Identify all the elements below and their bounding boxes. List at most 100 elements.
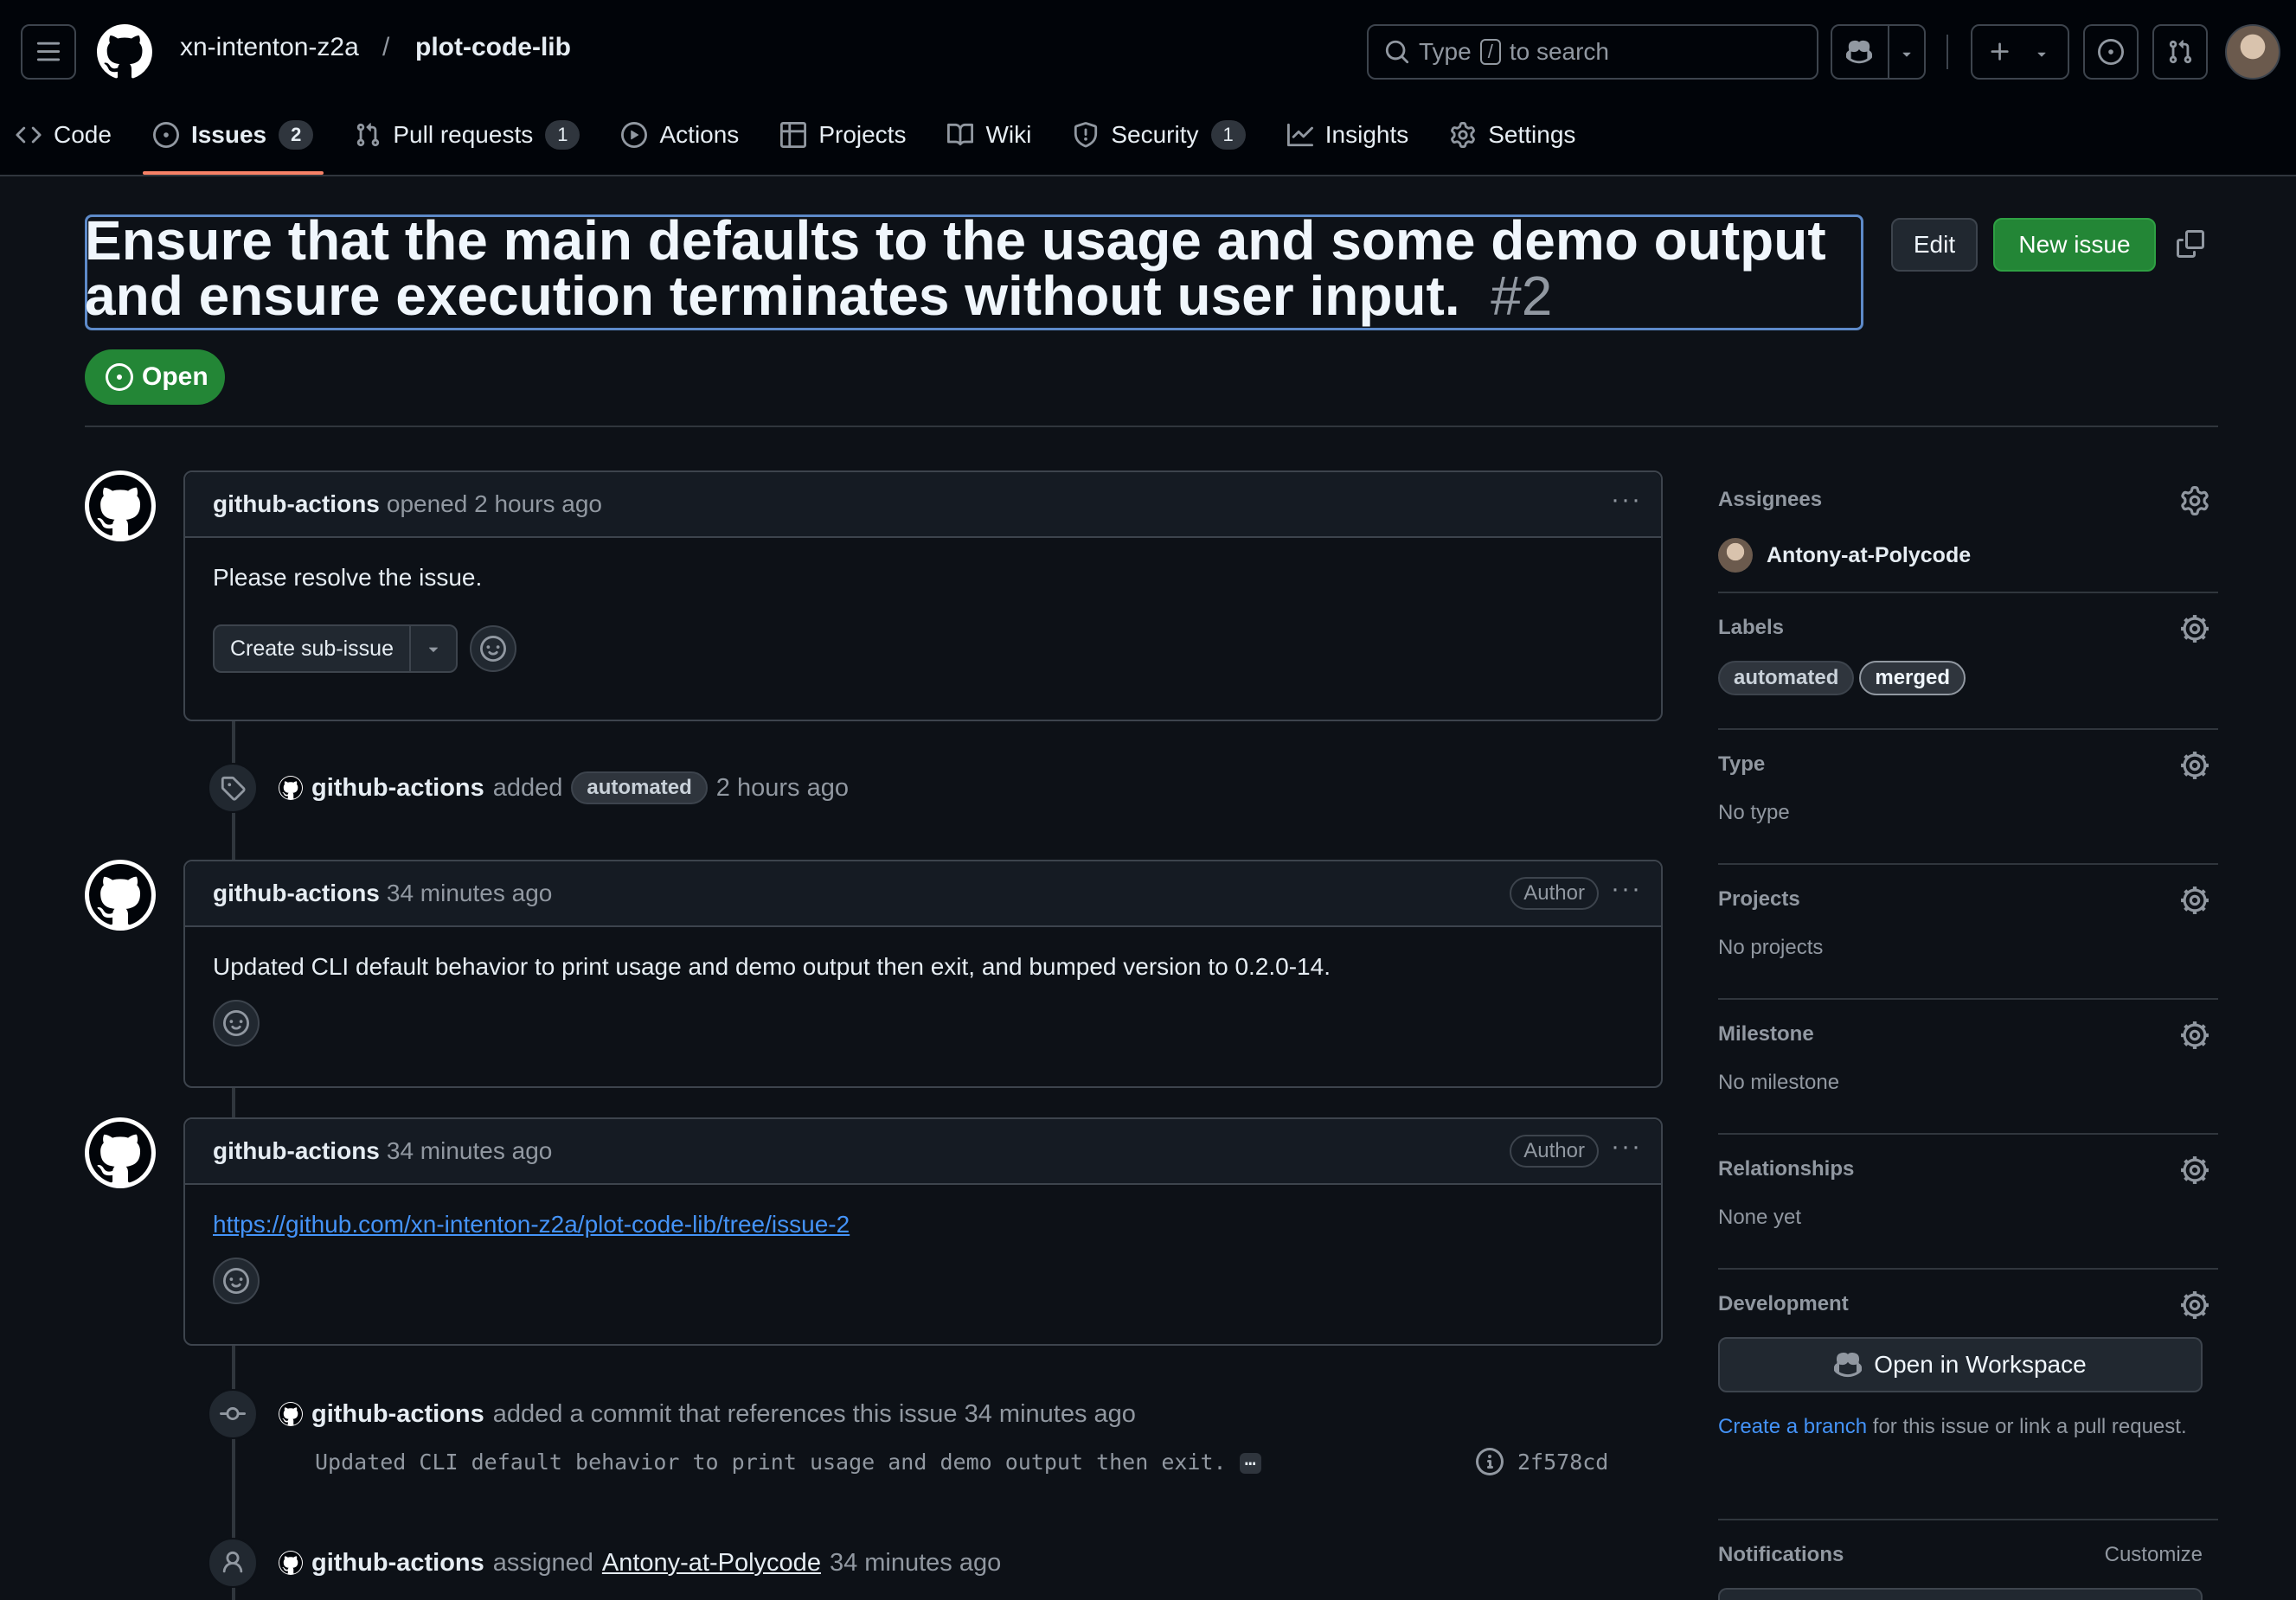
subscribe-button[interactable] (1718, 1588, 2203, 1600)
info-icon[interactable] (1476, 1448, 1504, 1475)
tab-pull-requests-label: Pull requests (393, 121, 534, 148)
commit-sha-row: 2f578cd (1476, 1448, 1608, 1475)
comment: github-actions 34 minutes ago Author ···… (183, 1117, 1663, 1346)
your-pull-requests-button[interactable] (2152, 24, 2208, 80)
comment-header: github-actions 34 minutes ago Author ··· (185, 1119, 1661, 1185)
label-pill-automated[interactable]: automated (1718, 661, 1855, 695)
copy-icon[interactable] (2177, 230, 2204, 258)
comment-author-avatar[interactable] (85, 470, 156, 541)
play-icon (621, 122, 648, 148)
comment-options-button[interactable]: ··· (1611, 1134, 1645, 1164)
create-branch-link[interactable]: Create a branch (1718, 1415, 1867, 1438)
comment-meta[interactable]: opened 2 hours ago (387, 490, 602, 518)
gear-icon[interactable] (2180, 1021, 2209, 1050)
github-logo-icon (279, 1552, 302, 1574)
sub-issue-dropdown[interactable] (411, 639, 456, 658)
chevron-down-icon (2037, 52, 2046, 57)
issue-body-comment: github-actions opened 2 hours ago ··· Pl… (183, 470, 1663, 721)
gear-icon[interactable] (2180, 886, 2209, 915)
assignee-link[interactable]: Antony-at-Polycode (602, 1549, 821, 1578)
github-logo-icon (89, 1122, 151, 1183)
sidebar-development: Development Open in Workspace Create a b… (1718, 1270, 2218, 1520)
add-reaction-button[interactable] (213, 1258, 260, 1304)
gear-icon[interactable] (2180, 1290, 2209, 1320)
create-sub-issue-label[interactable]: Create sub-issue (215, 626, 411, 671)
comment-meta[interactable]: 34 minutes ago (387, 880, 552, 907)
add-reaction-button[interactable] (469, 625, 516, 672)
tab-code[interactable]: Code (0, 112, 127, 157)
comment-options-button[interactable]: ··· (1611, 876, 1645, 906)
copilot-button[interactable] (1831, 24, 1926, 80)
event-badge (208, 1389, 258, 1439)
comment-author-avatar[interactable] (85, 1117, 156, 1188)
title-divider (85, 426, 2218, 427)
customize-notifications-link[interactable]: Customize (2105, 1543, 2203, 1567)
add-reaction-button[interactable] (213, 1000, 260, 1046)
git-pull-request-icon (2169, 40, 2192, 64)
comment-author[interactable]: github-actions (213, 1137, 380, 1165)
sidebar-milestone: Milestone No milestone (1718, 1000, 2218, 1135)
tab-security-count: 1 (1210, 120, 1246, 150)
comment-author[interactable]: github-actions (213, 880, 380, 907)
smiley-icon (223, 1010, 249, 1036)
create-sub-issue-button[interactable]: Create sub-issue (213, 624, 458, 673)
assignee-row[interactable]: Antony-at-Polycode (1718, 538, 2218, 573)
create-branch-rest: for this issue or link a pull request. (1872, 1415, 2187, 1438)
search-input[interactable]: Type / to search (1367, 24, 1818, 80)
user-avatar[interactable] (2225, 24, 2280, 80)
tab-issues[interactable]: Issues 2 (138, 112, 329, 175)
menu-button[interactable] (21, 24, 76, 80)
table-icon (780, 122, 807, 148)
tab-pull-requests[interactable]: Pull requests 1 (339, 112, 595, 157)
your-issues-button[interactable] (2083, 24, 2139, 80)
github-actions-mini-avatar[interactable] (279, 776, 303, 800)
event-author[interactable]: github-actions (311, 1400, 484, 1429)
issue-opened-icon (106, 363, 133, 391)
new-issue-button[interactable]: New issue (1993, 218, 2156, 272)
tab-actions[interactable]: Actions (606, 112, 754, 157)
commit-message[interactable]: Updated CLI default behavior to print us… (315, 1450, 1227, 1475)
gear-icon[interactable] (2180, 1155, 2209, 1185)
comment-author-avatar[interactable] (85, 860, 156, 931)
edit-button[interactable]: Edit (1891, 218, 1978, 272)
breadcrumb-repo[interactable]: plot-code-lib (415, 33, 571, 62)
commit-sha[interactable]: 2f578cd (1517, 1450, 1608, 1475)
label-automated[interactable]: automated (571, 771, 708, 804)
comment-options-button[interactable]: ··· (1611, 487, 1645, 517)
hamburger-icon (36, 42, 61, 61)
event-time[interactable]: 2 hours ago (716, 774, 849, 803)
event-author[interactable]: github-actions (311, 1549, 484, 1578)
breadcrumb-owner[interactable]: xn-intenton-z2a (180, 33, 359, 62)
event-time[interactable]: 34 minutes ago (830, 1549, 1001, 1578)
sidebar-relationships: Relationships None yet (1718, 1135, 2218, 1270)
comment-meta[interactable]: 34 minutes ago (387, 1137, 552, 1165)
tab-settings[interactable]: Settings (1434, 112, 1591, 157)
event-author[interactable]: github-actions (311, 774, 484, 803)
create-new-button[interactable] (1971, 24, 2069, 80)
issue-title[interactable]: Ensure that the main defaults to the usa… (85, 213, 1884, 323)
open-in-workspace-button[interactable]: Open in Workspace (1718, 1337, 2203, 1392)
branch-link[interactable]: https://github.com/xn-intenton-z2a/plot-… (213, 1211, 850, 1238)
plus-icon (1991, 42, 2009, 61)
tab-insights[interactable]: Insights (1272, 112, 1425, 157)
github-actions-mini-avatar[interactable] (279, 1402, 303, 1426)
gear-icon[interactable] (2180, 751, 2209, 780)
github-actions-mini-avatar[interactable] (279, 1551, 303, 1575)
comment-author[interactable]: github-actions (213, 490, 380, 518)
breadcrumb-separator: / (382, 33, 390, 61)
tab-security[interactable]: Security 1 (1057, 112, 1260, 157)
commit-reference-event: github-actions added a commit that refer… (208, 1389, 1136, 1439)
tab-projects[interactable]: Projects (765, 112, 921, 157)
label-pill-merged[interactable]: merged (1859, 661, 1966, 695)
event-badge (208, 763, 258, 813)
person-icon (222, 1551, 243, 1573)
expand-commit-button[interactable]: … (1239, 1450, 1261, 1474)
sidebar-section-title: Type (1718, 752, 1766, 776)
tab-wiki[interactable]: Wiki (932, 112, 1047, 157)
repo-header: xn-intenton-z2a / plot-code-lib Type / t… (0, 0, 2296, 176)
gear-icon[interactable] (2180, 486, 2209, 515)
gear-icon[interactable] (2180, 614, 2209, 643)
tab-settings-label: Settings (1488, 121, 1576, 148)
sidebar-section-value: No milestone (1718, 1071, 1840, 1094)
github-logo-icon[interactable] (97, 24, 152, 80)
